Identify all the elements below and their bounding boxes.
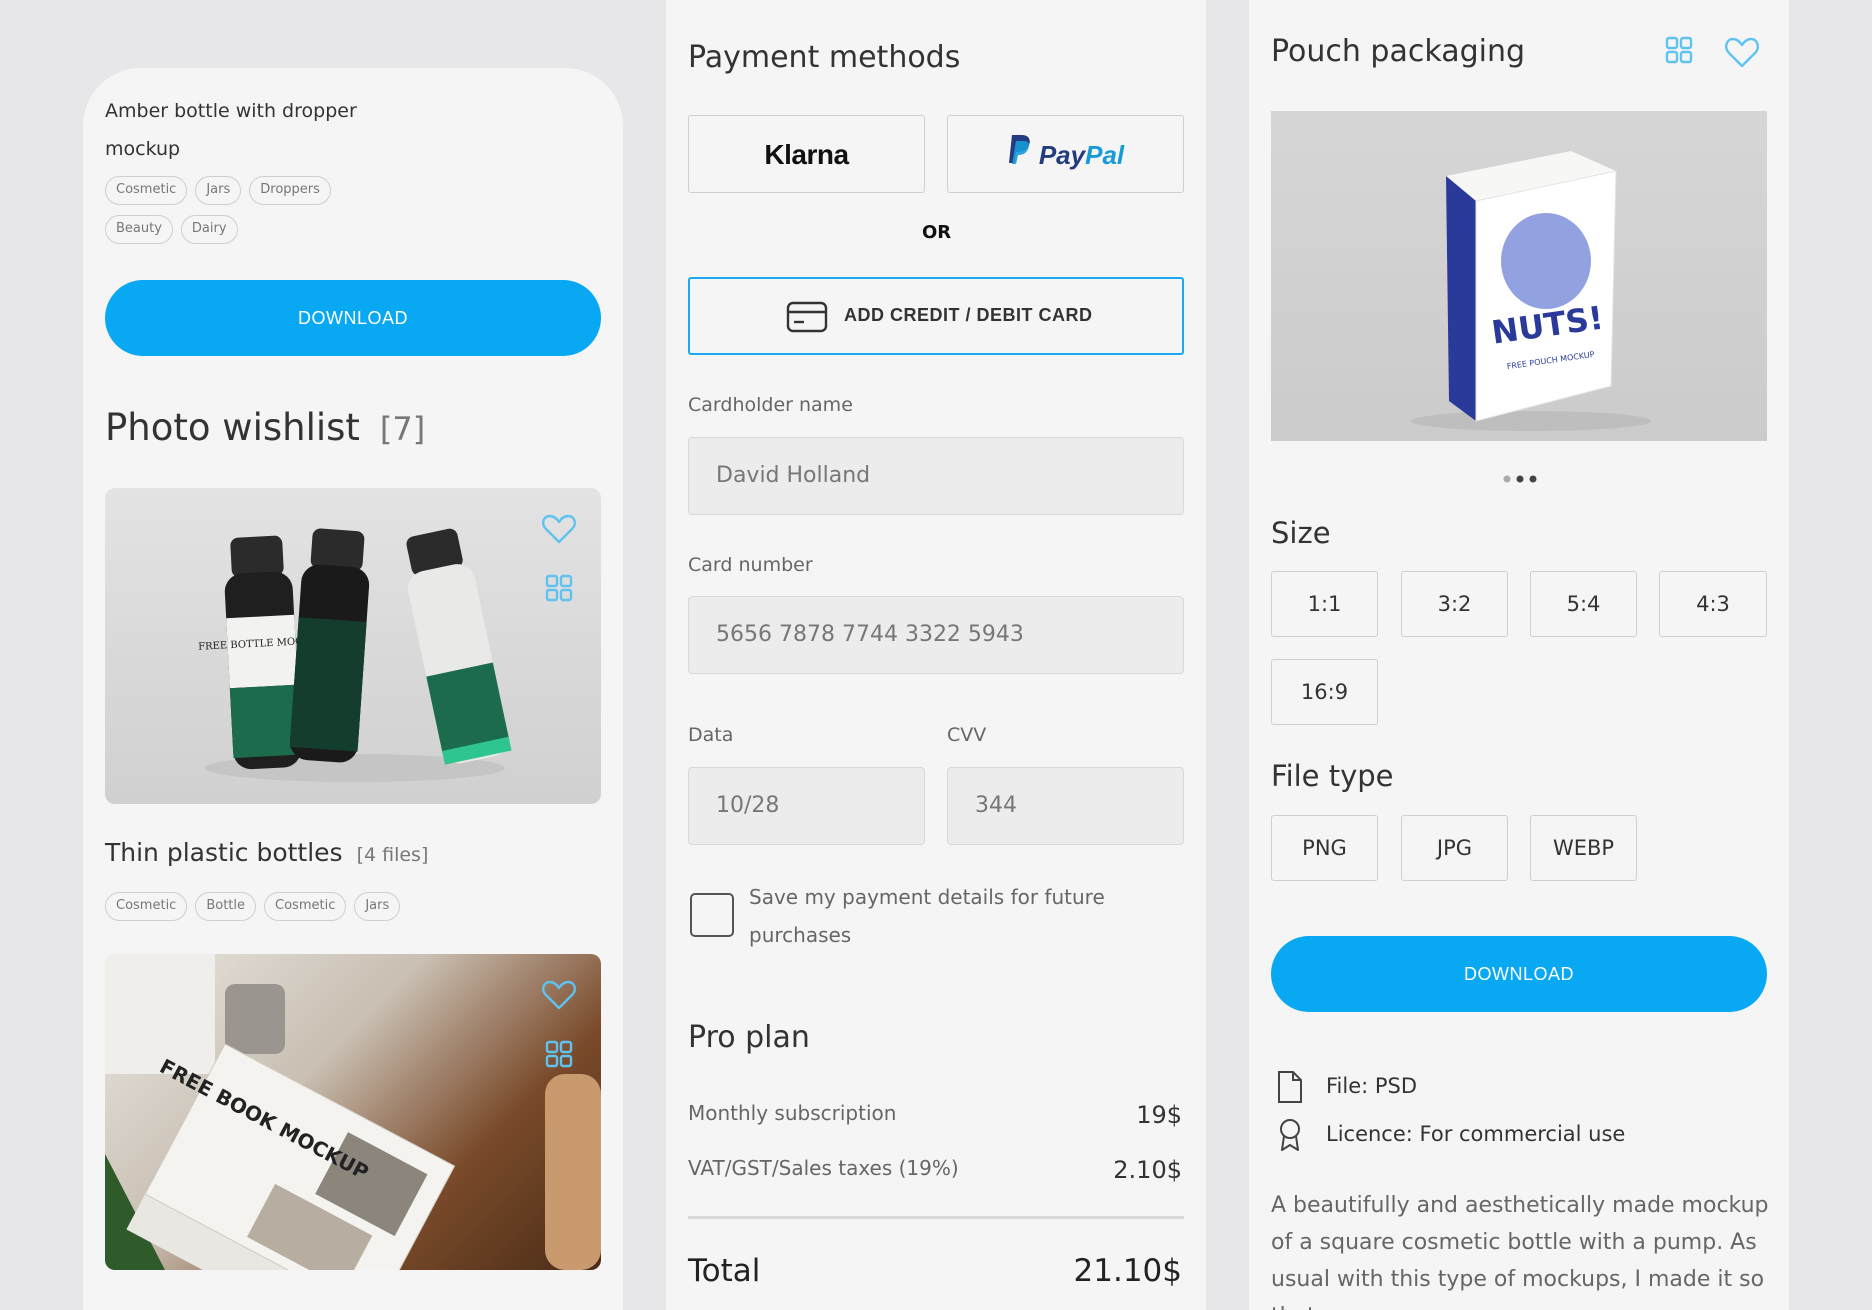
size-option-16-9[interactable]: 16:9 — [1271, 659, 1378, 725]
wishlist-item-image[interactable]: FREE BOTTLE MOCKUP — [105, 488, 601, 804]
file-type-png[interactable]: PNG — [1271, 815, 1378, 881]
tag[interactable]: Beauty — [105, 215, 173, 244]
product-description: A beautifully and aesthetically made moc… — [1271, 1193, 1769, 1310]
heart-icon[interactable] — [535, 970, 583, 1018]
card-number-label: Card number — [688, 554, 813, 576]
card-number-input[interactable]: 5656 7878 7744 3322 5943 — [688, 596, 1184, 674]
product-detail-panel: Pouch packaging NUTS! FREE POUCH MOCKUP … — [1249, 0, 1789, 1310]
payment-panel: Payment methods Klarna PayPal OR ADD CRE… — [666, 0, 1206, 1310]
cardholder-input[interactable]: David Holland — [688, 437, 1184, 515]
tag[interactable]: Cosmetic — [105, 892, 188, 921]
product-card-panel: Amber bottle with dropper mockup Cosmeti… — [83, 68, 623, 1310]
tag[interactable]: Jars — [354, 892, 401, 921]
licence-icon — [1276, 1117, 1304, 1157]
tag[interactable]: Cosmetic — [264, 892, 347, 921]
add-card-button[interactable]: ADD CREDIT / DEBIT CARD — [688, 277, 1184, 355]
tag[interactable]: Bottle — [195, 892, 257, 921]
plan-title: Pro plan — [688, 1020, 810, 1055]
klarna-button[interactable]: Klarna — [688, 115, 925, 193]
cvv-input[interactable]: 344 — [947, 767, 1184, 845]
or-divider: OR — [922, 222, 952, 243]
grid-icon[interactable] — [535, 564, 583, 612]
download-button[interactable]: DOWNLOAD — [105, 280, 601, 356]
grid-icon[interactable] — [535, 1030, 583, 1078]
monthly-value: 19$ — [1136, 1101, 1182, 1129]
size-option-1-1[interactable]: 1:1 — [1271, 571, 1378, 637]
size-option-3-2[interactable]: 3:2 — [1401, 571, 1508, 637]
cvv-label: CVV — [947, 724, 987, 746]
product-tags: Cosmetic Jars Droppers Beauty Dairy — [105, 176, 425, 254]
paypal-logo-part2: Pal — [1085, 140, 1125, 170]
tag[interactable]: Dairy — [180, 215, 238, 244]
file-type-webp[interactable]: WEBP — [1530, 815, 1637, 881]
product-title: Amber bottle with dropper mockup — [105, 100, 357, 160]
bottles-illustration: FREE BOTTLE MOCKUP — [198, 528, 512, 782]
vat-label: VAT/GST/Sales taxes (19%) — [688, 1156, 959, 1180]
file-info: File: PSD — [1326, 1074, 1418, 1098]
carousel-dots[interactable] — [1501, 470, 1541, 489]
heart-icon[interactable] — [535, 504, 583, 552]
file-type-title: File type — [1271, 759, 1394, 793]
paypal-button[interactable]: PayPal — [947, 115, 1184, 193]
summary-divider — [688, 1216, 1184, 1219]
paypal-logo: PayPal — [1039, 140, 1124, 170]
wishlist-item-files: [4 files] — [356, 844, 429, 866]
monthly-label: Monthly subscription — [688, 1101, 897, 1125]
payment-title: Payment methods — [688, 40, 961, 75]
size-option-4-3[interactable]: 4:3 — [1659, 571, 1767, 637]
wishlist-item-tags: Cosmetic Bottle Cosmetic Jars — [105, 892, 585, 931]
tag[interactable]: Droppers — [249, 176, 331, 205]
wishlist-item-title[interactable]: Thin plastic bottles — [105, 838, 343, 867]
file-icon — [1276, 1070, 1304, 1108]
wishlist-item-heading: Thin plastic bottles [4 files] — [105, 838, 428, 867]
download-button[interactable]: DOWNLOAD — [1271, 936, 1767, 1012]
total-label: Total — [688, 1253, 761, 1289]
tag[interactable]: Jars — [195, 176, 242, 205]
paypal-logo-part1: Pay — [1038, 140, 1086, 170]
licence-info: Licence: For commercial use — [1326, 1122, 1626, 1146]
wishlist-item-image[interactable]: FREE BOOK MOCKUP — [105, 954, 601, 1270]
product-image[interactable]: NUTS! FREE POUCH MOCKUP — [1271, 111, 1767, 441]
vat-value: 2.10$ — [1113, 1156, 1182, 1184]
date-input[interactable]: 10/28 — [688, 767, 925, 845]
book-illustration: FREE BOOK MOCKUP — [105, 954, 601, 1270]
size-option-5-4[interactable]: 5:4 — [1530, 571, 1637, 637]
add-card-label: ADD CREDIT / DEBIT CARD — [844, 305, 1093, 325]
total-value: 21.10$ — [1073, 1253, 1182, 1289]
credit-card-icon — [786, 300, 828, 338]
heart-icon[interactable] — [1722, 34, 1762, 74]
grid-icon[interactable] — [1659, 30, 1699, 74]
paypal-icon — [1007, 121, 1033, 199]
save-details-checkbox[interactable] — [690, 893, 734, 937]
file-type-jpg[interactable]: JPG — [1401, 815, 1508, 881]
date-label: Data — [688, 724, 734, 746]
cardholder-label: Cardholder name — [688, 394, 853, 416]
wishlist-count: [7] — [379, 410, 426, 448]
tag[interactable]: Cosmetic — [105, 176, 188, 205]
save-details-label[interactable]: Save my payment details for future purch… — [749, 878, 1109, 954]
product-detail-title: Pouch packaging — [1271, 34, 1526, 69]
wishlist-heading: Photo wishlist [7] — [105, 406, 425, 449]
wishlist-title: Photo wishlist — [105, 406, 360, 449]
size-title: Size — [1271, 516, 1331, 550]
pouch-illustration: NUTS! FREE POUCH MOCKUP — [1411, 151, 1651, 431]
klarna-logo: Klarna — [764, 139, 849, 170]
